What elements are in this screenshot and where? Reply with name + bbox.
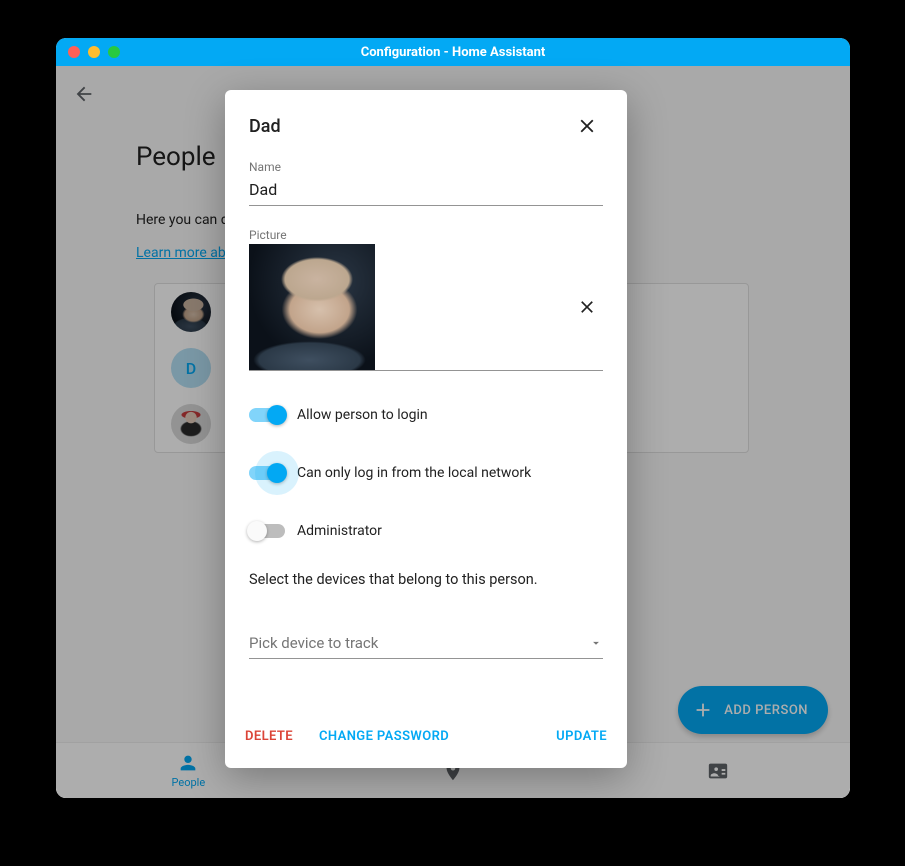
close-icon <box>577 297 597 317</box>
local-only-row: Can only log in from the local network <box>249 455 603 491</box>
close-icon <box>576 115 598 137</box>
name-field: Name <box>249 160 603 206</box>
picture-row <box>249 244 603 371</box>
devices-section-text: Select the devices that belong to this p… <box>249 571 603 588</box>
clear-picture-button[interactable] <box>571 291 603 323</box>
device-placeholder: Pick device to track <box>249 634 378 652</box>
local-only-label: Can only log in from the local network <box>297 465 531 481</box>
dialog-body: Name Picture Allow person to login Can o… <box>225 152 627 709</box>
admin-label: Administrator <box>297 523 382 539</box>
admin-row: Administrator <box>249 513 603 549</box>
close-button[interactable] <box>571 110 603 142</box>
chevron-down-icon <box>589 636 603 650</box>
local-only-toggle[interactable] <box>249 466 285 480</box>
allow-login-row: Allow person to login <box>249 397 603 433</box>
window-title: Configuration - Home Assistant <box>56 45 850 60</box>
admin-toggle[interactable] <box>249 524 285 538</box>
name-label: Name <box>249 160 603 174</box>
name-input[interactable] <box>249 176 603 206</box>
picture-preview[interactable] <box>249 244 375 370</box>
titlebar: Configuration - Home Assistant <box>56 38 850 66</box>
allow-login-toggle[interactable] <box>249 408 285 422</box>
dialog-title: Dad <box>249 116 281 137</box>
picture-field: Picture <box>249 228 603 371</box>
device-select[interactable]: Pick device to track <box>249 628 603 659</box>
change-password-button[interactable]: CHANGE PASSWORD <box>315 723 453 750</box>
delete-button[interactable]: DELETE <box>241 723 297 750</box>
picture-label: Picture <box>249 228 603 242</box>
dialog-footer: DELETE CHANGE PASSWORD UPDATE <box>225 709 627 768</box>
edit-person-dialog: Dad Name Picture Allow person to login C… <box>225 90 627 768</box>
dialog-header: Dad <box>225 90 627 152</box>
allow-login-label: Allow person to login <box>297 407 428 423</box>
update-button[interactable]: UPDATE <box>552 723 611 750</box>
